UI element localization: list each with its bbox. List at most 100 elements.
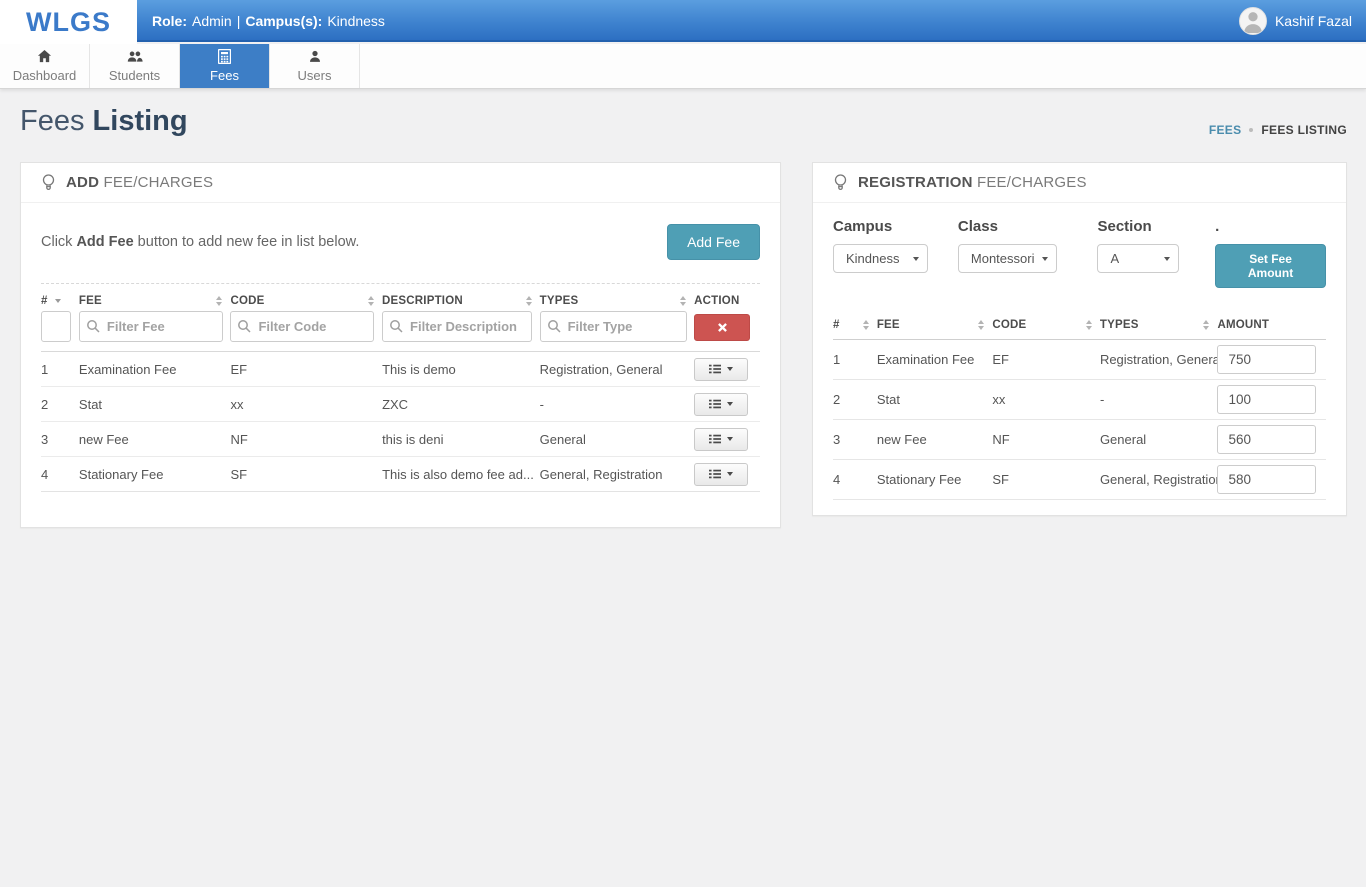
- col-header-amount: AMOUNT: [1217, 319, 1326, 331]
- row-actions-dropdown[interactable]: [694, 463, 748, 486]
- filter-num-input[interactable]: [41, 311, 71, 342]
- campus-label: Campus: [833, 218, 928, 235]
- class-select[interactable]: Montessori: [958, 244, 1058, 273]
- app-logo[interactable]: WLGS: [0, 0, 137, 44]
- amount-input[interactable]: [1217, 425, 1316, 454]
- sort-icon: [1086, 320, 1100, 330]
- add-fee-panel-header: ADD FEE/CHARGES: [21, 163, 780, 203]
- tab-students[interactable]: Students: [90, 44, 180, 88]
- user-menu[interactable]: Kashif Fazal: [1239, 0, 1352, 42]
- sort-icon: [368, 296, 382, 306]
- tab-label: Users: [298, 68, 332, 83]
- calculator-icon: [218, 49, 231, 64]
- col-header-code[interactable]: CODE: [992, 319, 1100, 331]
- set-fee-amount-button[interactable]: Set Fee Amount: [1215, 244, 1326, 288]
- cell-code: SF: [992, 472, 1100, 487]
- filter-description-input[interactable]: [382, 311, 532, 342]
- registration-filter-form: Campus Kindness Class Montessori Section…: [833, 203, 1326, 288]
- page-title-bold: Listing: [93, 105, 188, 137]
- table-row: 3 new Fee NF General: [833, 420, 1326, 460]
- table-row: 1 Examination Fee EF Registration, Gener…: [833, 340, 1326, 380]
- col-header-code[interactable]: CODE: [230, 295, 382, 307]
- add-fee-button[interactable]: Add Fee: [667, 224, 760, 260]
- amount-input[interactable]: [1217, 465, 1316, 494]
- cell-num: 3: [41, 432, 79, 447]
- col-header-fee[interactable]: FEE: [79, 295, 231, 307]
- main-nav: Dashboard Students Fees: [0, 44, 1366, 89]
- cell-fee: new Fee: [79, 432, 231, 447]
- col-header-fee[interactable]: FEE: [877, 319, 993, 331]
- row-actions-dropdown[interactable]: [694, 358, 748, 381]
- panel-title-rest: FEE/CHARGES: [973, 174, 1087, 191]
- cell-fee: Examination Fee: [79, 362, 231, 377]
- cell-num: 2: [41, 397, 79, 412]
- panel-title-bold: ADD: [66, 174, 99, 191]
- sort-icon: [216, 296, 230, 306]
- col-header-types[interactable]: TYPES: [1100, 319, 1218, 331]
- sort-icon: [1203, 320, 1217, 330]
- list-icon: [709, 433, 721, 445]
- list-icon: [709, 363, 721, 375]
- row-actions-dropdown[interactable]: [694, 428, 748, 451]
- cell-description: This is demo: [382, 362, 540, 377]
- cell-types: -: [540, 397, 695, 412]
- role-value: Admin: [192, 13, 232, 29]
- tab-dashboard[interactable]: Dashboard: [0, 44, 90, 88]
- cell-fee: Stat: [79, 397, 231, 412]
- cell-code: xx: [992, 392, 1100, 407]
- registration-table: # FEE CODE TYPES AMOUNT 1 Examination Fe…: [833, 316, 1326, 500]
- breadcrumb: FEES FEES LISTING: [1209, 123, 1347, 137]
- cell-num: 1: [41, 362, 79, 377]
- tab-label: Fees: [210, 68, 239, 83]
- col-header-types[interactable]: TYPES: [540, 295, 695, 307]
- cell-fee: Stationary Fee: [877, 472, 993, 487]
- caret-down-icon: [727, 472, 733, 476]
- tab-label: Students: [109, 68, 160, 83]
- sort-icon: [680, 296, 694, 306]
- cell-types: General, Registration: [1100, 472, 1218, 487]
- cell-num: 4: [41, 467, 79, 482]
- col-header-description[interactable]: DESCRIPTION: [382, 295, 540, 307]
- amount-input[interactable]: [1217, 385, 1316, 414]
- user-icon: [308, 49, 322, 64]
- cell-code: EF: [230, 362, 382, 377]
- registration-table-header: # FEE CODE TYPES AMOUNT: [833, 316, 1326, 340]
- cell-fee: Examination Fee: [877, 352, 993, 367]
- add-fee-panel: ADD FEE/CHARGES Click Add Fee button to …: [20, 162, 781, 528]
- clear-filters-button[interactable]: [694, 314, 750, 341]
- cell-code: SF: [230, 467, 382, 482]
- tab-users[interactable]: Users: [270, 44, 360, 88]
- caret-down-icon: [727, 437, 733, 441]
- row-actions-dropdown[interactable]: [694, 393, 748, 416]
- list-icon: [709, 468, 721, 480]
- cell-code: xx: [230, 397, 382, 412]
- tab-fees[interactable]: Fees: [180, 44, 270, 88]
- cell-types: General: [540, 432, 695, 447]
- avatar[interactable]: [1239, 7, 1267, 35]
- class-select-value: Montessori: [971, 251, 1035, 266]
- cell-description: this is deni: [382, 432, 540, 447]
- user-name: Kashif Fazal: [1275, 13, 1352, 29]
- section-select-value: A: [1110, 251, 1119, 266]
- breadcrumb-fees-link[interactable]: FEES: [1209, 123, 1242, 137]
- amount-input[interactable]: [1217, 345, 1316, 374]
- caret-down-icon: [727, 402, 733, 406]
- dot-label: .: [1215, 218, 1326, 235]
- col-header-action: ACTION: [694, 295, 760, 307]
- filter-fee-input[interactable]: [79, 311, 223, 342]
- page-title: Fees Listing: [20, 105, 188, 138]
- col-header-num[interactable]: #: [833, 319, 877, 331]
- app-logo-text: WLGS: [26, 7, 111, 38]
- filter-type-input[interactable]: [540, 311, 687, 342]
- add-fee-hint-row: Click Add Fee button to add new fee in l…: [41, 203, 760, 284]
- separator: |: [237, 13, 241, 29]
- campus-select[interactable]: Kindness: [833, 244, 928, 273]
- top-header-bar: Role: Admin | Campus(s): Kindness Kashif…: [0, 0, 1366, 42]
- table-row: 1 Examination Fee EF This is demo Regist…: [41, 352, 760, 387]
- section-select[interactable]: A: [1097, 244, 1179, 273]
- col-header-num[interactable]: #: [41, 295, 79, 307]
- sort-icon: [526, 296, 540, 306]
- caret-down-icon: [1164, 257, 1170, 261]
- cell-fee: new Fee: [877, 432, 993, 447]
- filter-code-input[interactable]: [230, 311, 374, 342]
